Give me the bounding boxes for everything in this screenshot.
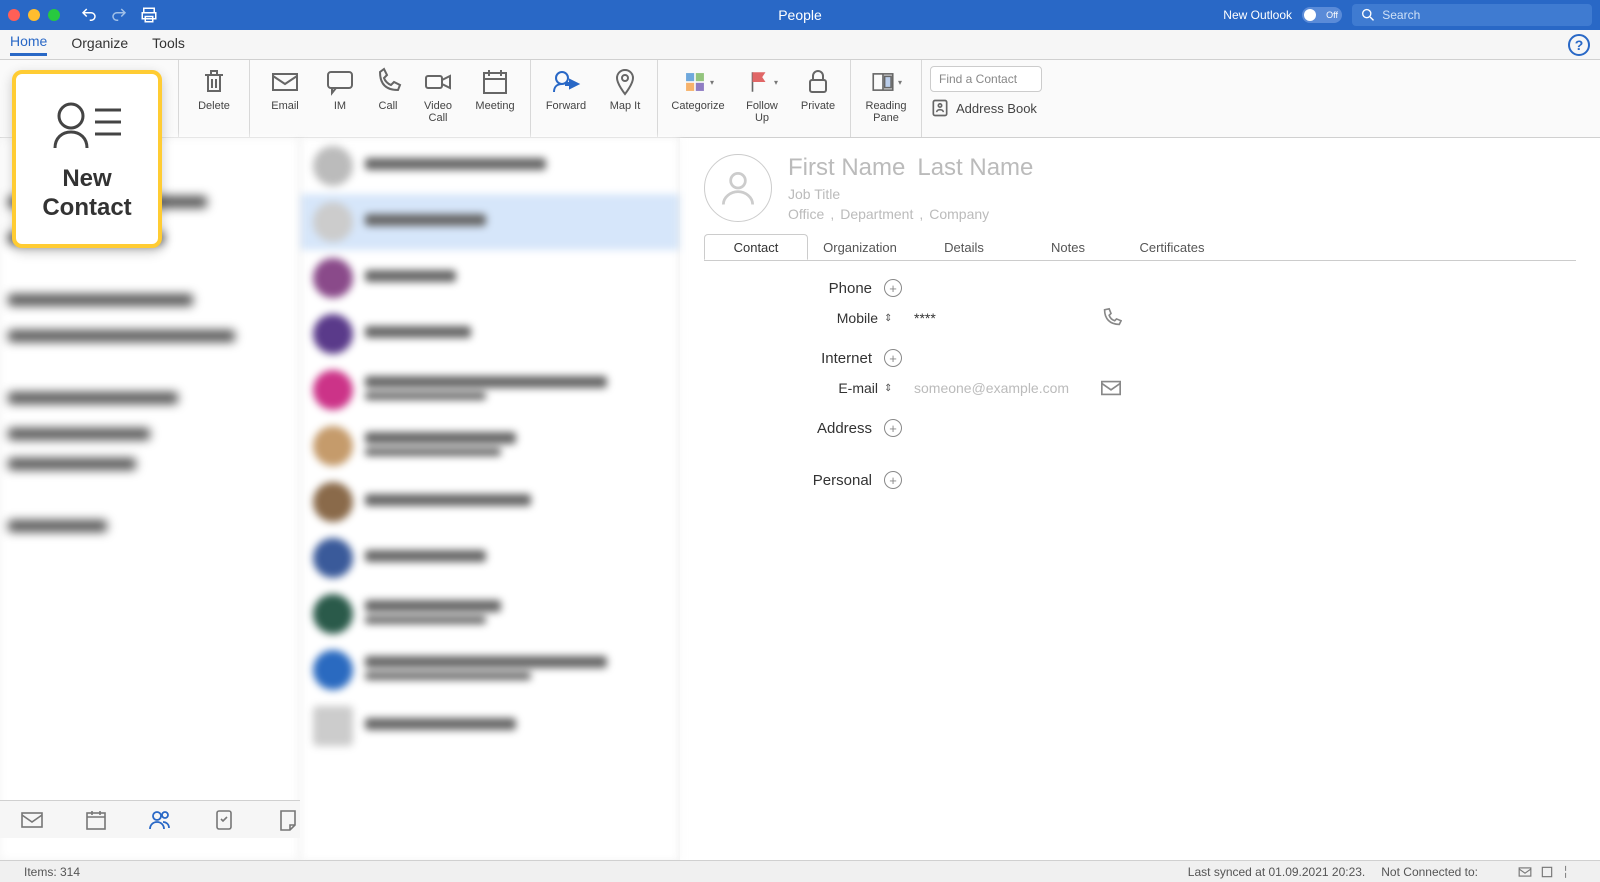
first-name-field[interactable]: First Name	[788, 154, 905, 182]
meeting-button[interactable]: Meeting	[468, 66, 522, 112]
address-book-icon	[930, 98, 950, 118]
detail-tab-organization[interactable]: Organization	[808, 234, 912, 260]
mail-action-icon[interactable]	[1100, 377, 1122, 399]
add-personal-button[interactable]: +	[884, 471, 902, 489]
detail-tab-details[interactable]: Details	[912, 234, 1016, 260]
phone-action-icon[interactable]	[1100, 307, 1122, 329]
print-icon[interactable]	[140, 6, 158, 24]
follow-up-button[interactable]: ▾ Follow Up	[738, 66, 786, 124]
detail-tab-contact[interactable]: Contact	[704, 234, 808, 260]
categorize-icon	[682, 66, 708, 98]
window-title: People	[778, 7, 822, 23]
status-resize-icon[interactable]: ╎	[1562, 865, 1576, 879]
section-phone-label: Phone	[704, 280, 884, 297]
email-field[interactable]: someone@example.com	[892, 380, 1092, 396]
address-book-button[interactable]: Address Book	[930, 98, 1037, 118]
chat-icon	[324, 66, 356, 98]
status-items-count: Items: 314	[24, 865, 80, 879]
search-input[interactable]	[1382, 8, 1584, 22]
office-field[interactable]: Office	[788, 206, 824, 222]
status-connection: Not Connected to:	[1381, 865, 1478, 879]
detail-tab-certificates[interactable]: Certificates	[1120, 234, 1224, 260]
section-internet-label: Internet	[704, 350, 884, 367]
email-button[interactable]: Email	[258, 66, 312, 112]
pin-icon	[609, 66, 641, 98]
forward-icon	[550, 66, 582, 98]
close-window-button[interactable]	[8, 9, 20, 21]
tab-organize[interactable]: Organize	[71, 35, 128, 55]
video-call-button[interactable]: Video Call	[416, 66, 460, 124]
person-icon	[716, 166, 760, 210]
contact-list	[300, 138, 680, 860]
nav-tasks-icon[interactable]	[212, 808, 236, 832]
search-box[interactable]	[1352, 4, 1592, 26]
categorize-button[interactable]: ▾ Categorize	[666, 66, 730, 112]
layout-icon	[870, 66, 896, 98]
last-name-field[interactable]: Last Name	[917, 154, 1033, 182]
add-internet-button[interactable]: +	[884, 349, 902, 367]
titlebar: People New Outlook Off	[0, 0, 1600, 30]
section-personal-label: Personal	[704, 472, 884, 489]
new-contact-icon	[49, 96, 125, 152]
mobile-value[interactable]: ****	[892, 310, 1092, 326]
add-address-button[interactable]: +	[884, 419, 902, 437]
flag-icon	[746, 66, 772, 98]
find-contact-input[interactable]: Find a Contact	[930, 66, 1042, 92]
trash-icon	[198, 66, 230, 98]
video-icon	[422, 66, 454, 98]
redo-icon[interactable]	[110, 6, 128, 24]
ribbon: +▾ New Items Delete Email IM Call Video …	[0, 60, 1600, 138]
search-icon	[1360, 6, 1376, 24]
department-field[interactable]: Department	[840, 206, 913, 222]
reading-pane-button[interactable]: ▾ Reading Pane	[859, 66, 913, 124]
undo-icon[interactable]	[80, 6, 98, 24]
avatar-placeholder[interactable]	[704, 154, 772, 222]
call-button[interactable]: Call	[368, 66, 408, 112]
tab-tools[interactable]: Tools	[152, 35, 185, 55]
lock-icon	[802, 66, 834, 98]
email-label[interactable]: E-mail	[774, 380, 884, 396]
map-it-button[interactable]: Map It	[601, 66, 649, 112]
window-controls	[8, 9, 60, 21]
new-contact-callout[interactable]: NewContact	[12, 70, 162, 248]
mail-icon	[269, 66, 301, 98]
mobile-label[interactable]: Mobile	[774, 310, 884, 326]
forward-button[interactable]: Forward	[539, 66, 593, 112]
mobile-dropdown-icon[interactable]: ⇕	[884, 313, 892, 324]
nav-mail-icon[interactable]	[20, 808, 44, 832]
nav-notes-icon[interactable]	[276, 808, 300, 832]
status-mail-icon[interactable]	[1518, 865, 1532, 879]
detail-tabs: Contact Organization Details Notes Certi…	[704, 234, 1576, 261]
contact-detail-pane: First Name Last Name Job Title Office, D…	[680, 138, 1600, 860]
status-last-synced: Last synced at 01.09.2021 20:23.	[1188, 865, 1365, 879]
status-bar: Items: 314 Last synced at 01.09.2021 20:…	[0, 860, 1600, 882]
maximize-window-button[interactable]	[48, 9, 60, 21]
new-outlook-label: New Outlook	[1223, 8, 1292, 22]
email-dropdown-icon[interactable]: ⇕	[884, 383, 892, 394]
delete-button[interactable]: Delete	[187, 66, 241, 112]
main-body: First Name Last Name Job Title Office, D…	[0, 138, 1600, 860]
quick-access-toolbar	[80, 6, 158, 24]
add-phone-button[interactable]: +	[884, 279, 902, 297]
tab-home[interactable]: Home	[10, 33, 47, 56]
minimize-window-button[interactable]	[28, 9, 40, 21]
nav-people-icon[interactable]	[148, 808, 172, 832]
status-sync-icon[interactable]	[1540, 865, 1554, 879]
navigation-bar	[0, 800, 300, 838]
help-icon[interactable]: ?	[1568, 34, 1590, 56]
nav-calendar-icon[interactable]	[84, 808, 108, 832]
section-address-label: Address	[704, 420, 884, 437]
phone-icon	[372, 66, 404, 98]
private-button[interactable]: Private	[794, 66, 842, 112]
menu-tabs: Home Organize Tools ?	[0, 30, 1600, 60]
company-field[interactable]: Company	[929, 206, 989, 222]
new-outlook-toggle[interactable]: Off	[1302, 7, 1342, 23]
calendar-icon	[479, 66, 511, 98]
detail-tab-notes[interactable]: Notes	[1016, 234, 1120, 260]
job-title-field[interactable]: Job Title	[788, 186, 1576, 202]
im-button[interactable]: IM	[320, 66, 360, 112]
